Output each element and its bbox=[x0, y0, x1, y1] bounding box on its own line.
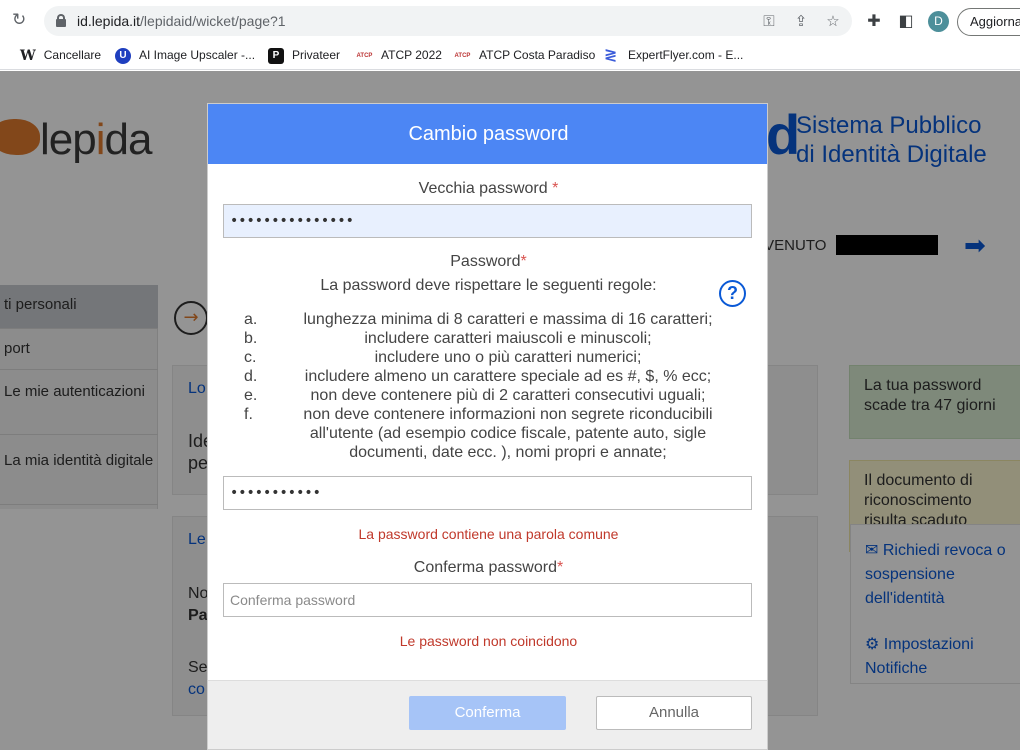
list-item: a. lunghezza minima di 8 caratteri e mass… bbox=[244, 311, 713, 328]
key-icon[interactable]: ⚿ bbox=[760, 12, 778, 30]
update-button[interactable]: Aggiorna bbox=[957, 8, 1020, 36]
bookmark-ai-upscaler[interactable]: U AI Image Upscaler -... bbox=[115, 46, 255, 64]
browser-toolbar: ↻ id.lepida.it/lepidaid/wicket/page?1 ⚿ … bbox=[0, 0, 1020, 40]
privateer-icon: P bbox=[268, 47, 284, 64]
reload-icon[interactable]: ↻ bbox=[12, 10, 32, 30]
list-item: d. includere almeno un carattere speciale… bbox=[244, 368, 712, 385]
extensions-icon[interactable]: ✚ bbox=[864, 11, 884, 31]
bookmark-atcp-2022[interactable]: ATCP ATCP 2022 bbox=[356, 46, 442, 64]
list-item: e. non deve contenere più di 2 caratteri … bbox=[244, 387, 706, 404]
bookmark-star-icon[interactable]: ☆ bbox=[824, 12, 842, 30]
confirm-password-input[interactable]: Conferma password bbox=[223, 583, 752, 617]
change-password-dialog: Cambio password Vecchia password * •••••… bbox=[207, 103, 768, 750]
confirm-button[interactable]: Conferma bbox=[409, 696, 566, 730]
dialog-footer: Conferma Annulla bbox=[208, 680, 767, 749]
lock-icon[interactable] bbox=[56, 14, 66, 27]
bookmark-expertflyer[interactable]: ≷ ExpertFlyer.com - E... bbox=[604, 46, 743, 64]
bookmark-atcp-costa-paradiso[interactable]: ATCP ATCP Costa Paradiso bbox=[454, 46, 596, 64]
mismatch-error: Le password non coincidono bbox=[399, 633, 578, 649]
list-item: f. non deve contenere informazioni non se… bbox=[244, 406, 713, 461]
bookmark-cancellare[interactable]: W Cancellare bbox=[20, 46, 101, 64]
side-panel-icon[interactable]: ◧ bbox=[896, 11, 916, 31]
dialog-title: Cambio password bbox=[208, 104, 767, 164]
confirm-password-placeholder: Conferma password bbox=[230, 592, 356, 608]
confirm-password-label: Conferma password* bbox=[413, 559, 564, 576]
atcp-icon: ATCP bbox=[454, 52, 471, 59]
wikipedia-icon: W bbox=[20, 47, 36, 64]
old-password-input[interactable]: ••••••••••••••• bbox=[223, 204, 752, 238]
url-text[interactable]: id.lepida.it/lepidaid/wicket/page?1 bbox=[77, 13, 286, 29]
bookmark-privateer[interactable]: P Privateer bbox=[268, 46, 340, 64]
rules-intro: La password deve rispettare le seguenti … bbox=[320, 277, 657, 294]
list-item: b. includere caratteri maiuscoli e minusc… bbox=[244, 330, 652, 347]
password-label: Password* bbox=[450, 253, 527, 270]
cancel-button[interactable]: Annulla bbox=[596, 696, 752, 730]
old-password-label: Vecchia password * bbox=[418, 180, 559, 197]
address-bar[interactable]: id.lepida.it/lepidaid/wicket/page?1 ⚿ ⇪ … bbox=[44, 6, 852, 36]
common-word-error: La password contiene una parola comune bbox=[358, 526, 619, 542]
help-icon[interactable]: ? bbox=[719, 280, 746, 307]
avatar[interactable]: D bbox=[928, 11, 949, 32]
password-rules-list: a. lunghezza minima di 8 caratteri e mass… bbox=[208, 310, 767, 462]
share-icon[interactable]: ⇪ bbox=[792, 12, 810, 30]
expertflyer-icon: ≷ bbox=[604, 46, 618, 64]
upscaler-icon: U bbox=[115, 47, 131, 64]
list-item: c. includere uno o più caratteri numerici… bbox=[244, 349, 642, 366]
atcp-icon: ATCP bbox=[356, 52, 373, 59]
new-password-input[interactable]: ••••••••••• bbox=[223, 476, 752, 510]
bookmarks-bar: i WCancellare UAI Image Upscaler -... PP… bbox=[0, 40, 1020, 70]
